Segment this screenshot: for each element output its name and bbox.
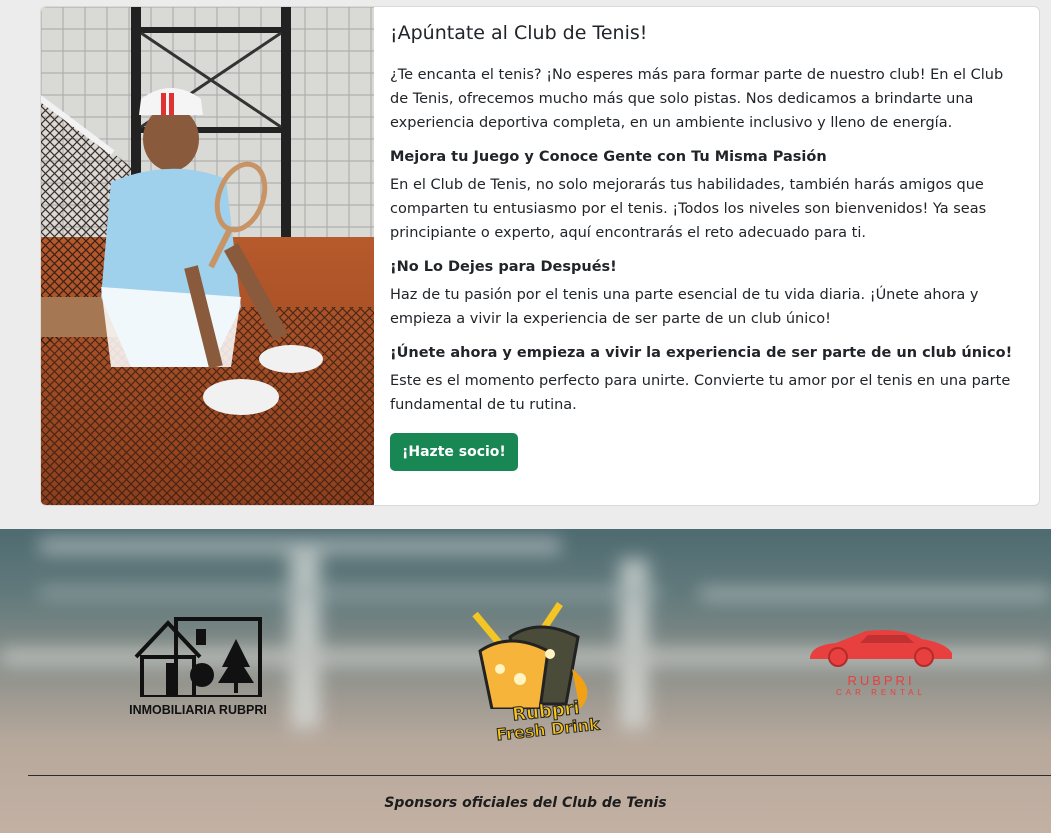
tennis-player-photo <box>41 7 374 505</box>
sponsors-footer: INMOBILIARIA RUBPRI Rubpri Fresh Drink R… <box>0 529 1051 833</box>
footer-caption: Sponsors oficiales del Club de Tenis <box>384 795 667 811</box>
house-icon <box>134 617 262 699</box>
section-heading: ¡No Lo Dejes para Después! <box>390 259 617 275</box>
sponsor-3-tagline: CAR RENTAL <box>835 688 927 697</box>
sponsor-fresh-drink-logo[interactable]: Rubpri Fresh Drink <box>460 599 620 759</box>
sponsor-1-name: INMOBILIARIA RUBPRI <box>129 703 267 717</box>
section-text: Haz de tu pasión por el tenis una parte … <box>390 287 979 327</box>
section-text: Este es el momento perfecto para unirte.… <box>390 373 1011 413</box>
tennis-player-image <box>41 7 374 505</box>
card-intro-text: ¿Te encanta el tenis? ¡No esperes más pa… <box>390 67 1004 131</box>
club-card: ¡Apúntate al Club de Tenis! ¿Te encanta … <box>40 6 1040 506</box>
drink-cups-icon <box>472 602 588 711</box>
sponsor-car-rental-logo[interactable]: RUBPRI CAR RENTAL <box>806 627 956 707</box>
car-icon <box>810 630 952 667</box>
sponsor-inmobiliaria-logo[interactable]: INMOBILIARIA RUBPRI <box>118 617 278 721</box>
card-body: ¡Apúntate al Club de Tenis! ¿Te encanta … <box>374 7 1039 505</box>
sponsor-3-name: RUBPRI <box>847 673 915 688</box>
footer-divider <box>28 775 1051 776</box>
card-title: ¡Apúntate al Club de Tenis! <box>390 22 648 44</box>
join-button[interactable]: ¡Hazte socio! <box>390 433 518 471</box>
section-text: En el Club de Tenis, no solo mejorarás t… <box>390 177 987 241</box>
section-heading: ¡Únete ahora y empieza a vivir la experi… <box>390 345 1013 361</box>
section-heading: Mejora tu Juego y Conoce Gente con Tu Mi… <box>390 149 827 165</box>
